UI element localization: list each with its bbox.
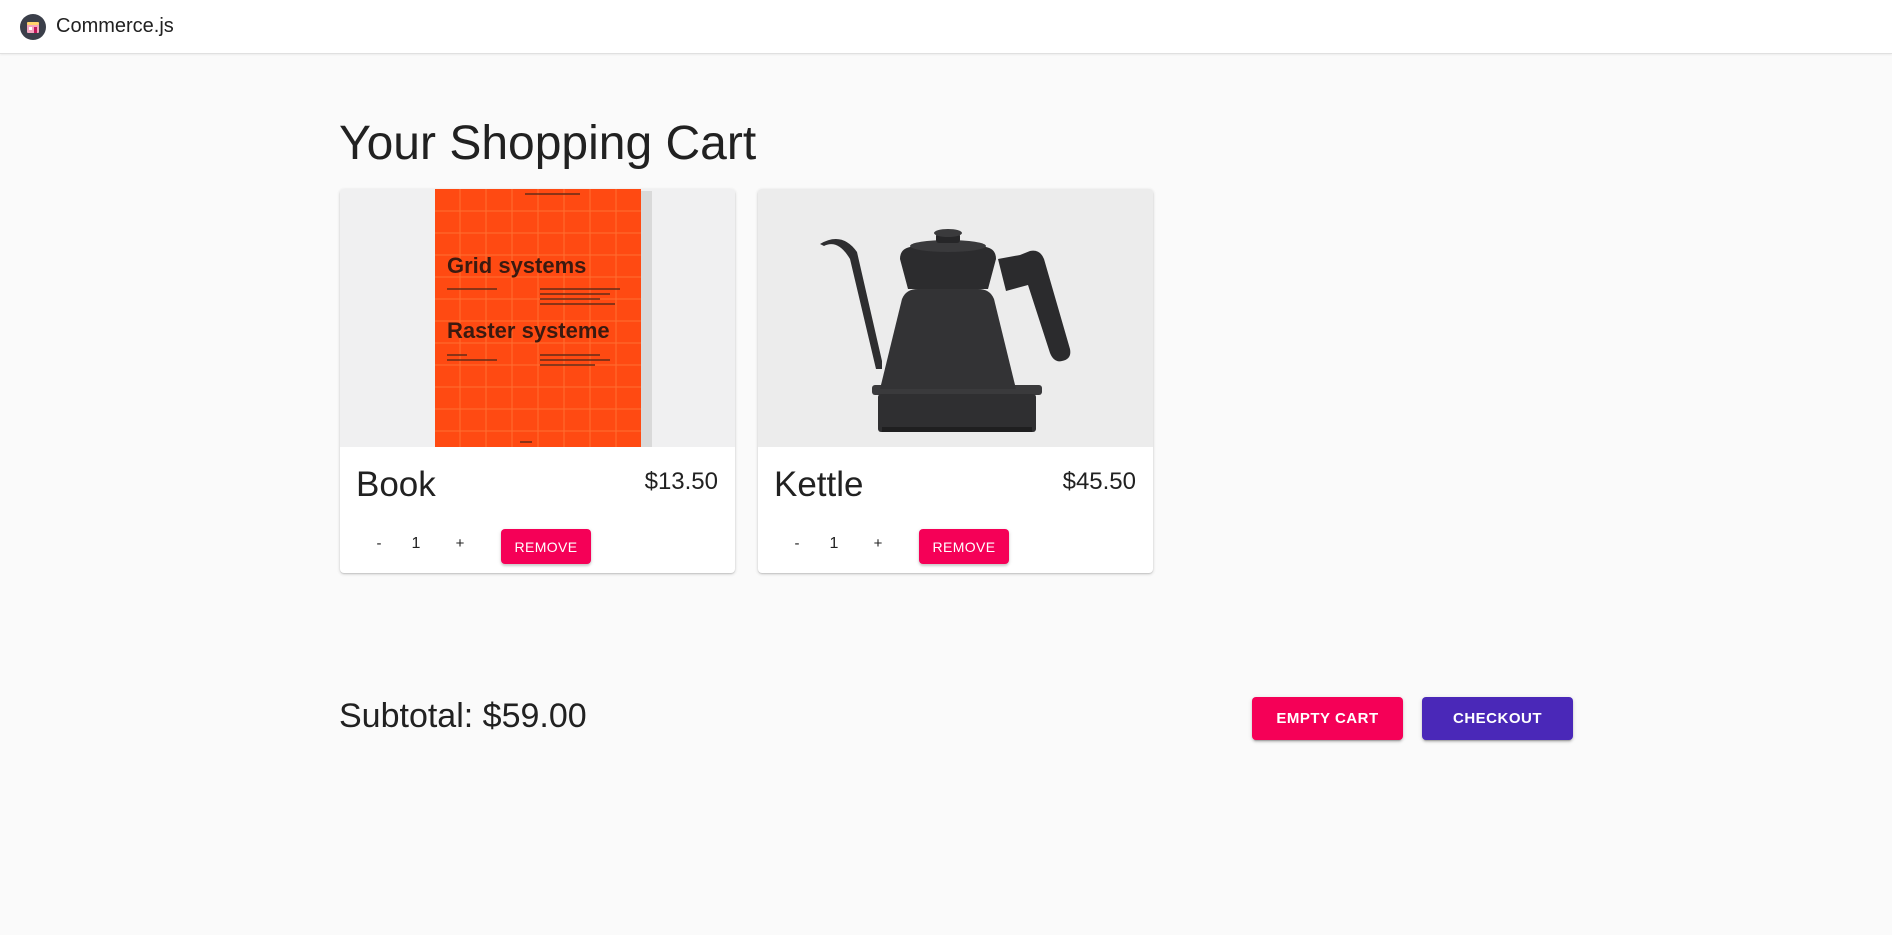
increase-quantity-button[interactable]: + (863, 529, 893, 559)
quantity-value: 1 (411, 535, 421, 552)
item-price: $13.50 (644, 468, 718, 495)
decrease-quantity-button[interactable]: - (782, 529, 812, 559)
brand-name: Commerce.js (56, 15, 174, 37)
quantity-value: 1 (829, 535, 839, 552)
page-title: Your Shopping Cart (339, 117, 757, 170)
decrease-quantity-button[interactable]: - (364, 529, 394, 559)
book-cover-title-2: Raster systeme (447, 318, 610, 343)
increase-quantity-button[interactable]: + (445, 529, 475, 559)
cart-item-kettle: Kettle $45.50 - 1 + Remove (758, 189, 1153, 573)
cart-item-book: Grid systems Raster systeme Book $13.50 … (340, 189, 735, 573)
app-bar: Commerce.js (0, 0, 1892, 54)
item-price: $45.50 (1062, 468, 1136, 495)
item-name: Book (356, 465, 436, 504)
checkout-button[interactable]: Checkout (1422, 697, 1573, 740)
subtotal: Subtotal: $59.00 (339, 697, 587, 735)
book-cover-image: Grid systems Raster systeme (340, 189, 735, 447)
remove-button[interactable]: Remove (501, 529, 591, 564)
book-cover-title-1: Grid systems (447, 253, 586, 278)
item-name: Kettle (774, 465, 864, 504)
shop-icon (20, 13, 46, 40)
brand-link[interactable]: Commerce.js (20, 13, 174, 40)
remove-button[interactable]: Remove (919, 529, 1009, 564)
empty-cart-button[interactable]: Empty cart (1252, 697, 1403, 740)
kettle-image (758, 189, 1153, 447)
